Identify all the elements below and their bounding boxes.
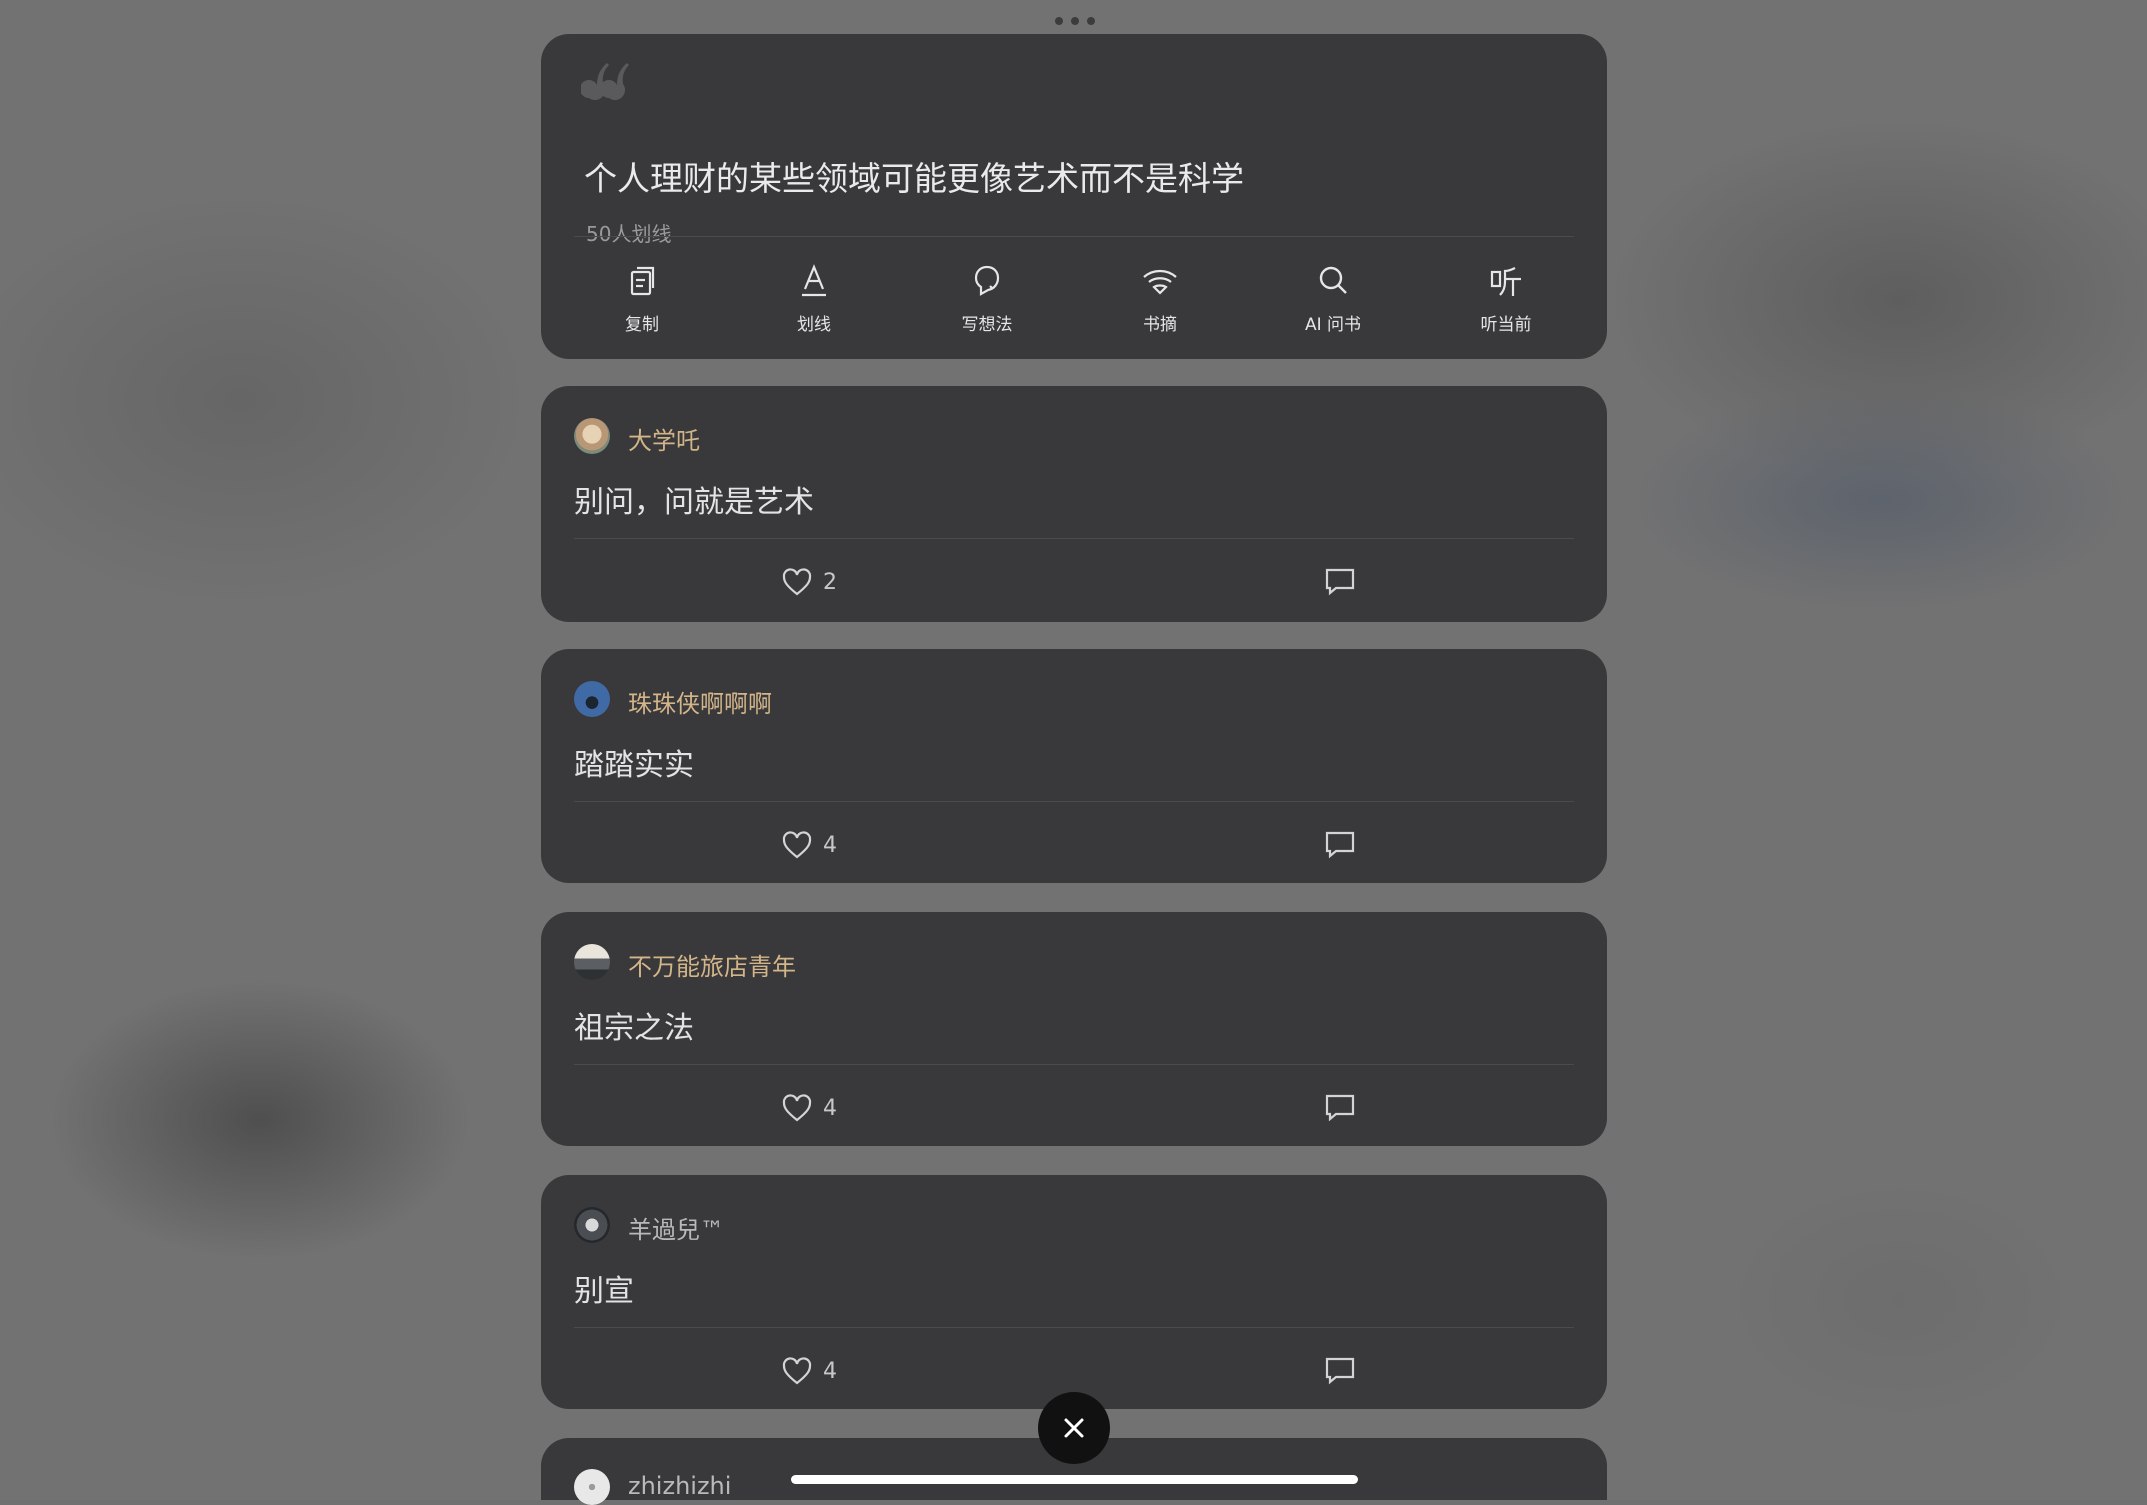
like-count: 4 <box>823 1095 837 1121</box>
heart-icon <box>782 1094 812 1122</box>
comment-card: 大学吒 别问，问就是艺术 2 <box>541 386 1607 622</box>
heart-icon <box>782 568 812 596</box>
divider <box>574 538 1574 539</box>
divider <box>574 236 1574 237</box>
quote-card: 个人理财的某些领域可能更像艺术而不是科学 50人划线 复制 划线 写想法 书摘 … <box>541 34 1607 359</box>
listen-current-label: 听当前 <box>1480 315 1532 335</box>
username[interactable]: 羊過兒™ <box>628 1210 724 1245</box>
underline-icon <box>802 264 826 297</box>
action-toolbar: 复制 划线 写想法 书摘 AI 问书 听当前 <box>541 258 1607 348</box>
like-button[interactable]: 4 <box>781 1090 837 1126</box>
excerpt-button[interactable]: 书摘 <box>1090 258 1230 338</box>
comment-text: 别宣 <box>574 1274 634 1309</box>
like-count: 4 <box>823 832 837 858</box>
thought-icon <box>974 265 1000 296</box>
highlight-count[interactable]: 50人划线 <box>586 218 671 247</box>
listen-icon <box>1490 267 1521 296</box>
quote-mark-icon <box>581 63 629 100</box>
ai-ask-book-button[interactable]: AI 问书 <box>1263 258 1403 338</box>
quote-text: 个人理财的某些领域可能更像艺术而不是科学 <box>584 159 1244 198</box>
like-count: 4 <box>823 1358 837 1384</box>
more-options-handle[interactable] <box>1055 16 1095 26</box>
like-button[interactable]: 4 <box>781 827 837 863</box>
avatar[interactable] <box>574 418 610 454</box>
comment-text: 别问，问就是艺术 <box>574 485 814 520</box>
username[interactable]: 不万能旅店青年 <box>628 947 796 982</box>
excerpt-icon <box>1143 269 1177 295</box>
copy-button[interactable]: 复制 <box>572 258 712 338</box>
like-button[interactable]: 2 <box>781 564 837 600</box>
divider <box>574 1327 1574 1328</box>
avatar[interactable] <box>574 944 610 980</box>
avatar[interactable] <box>574 681 610 717</box>
reply-comment-icon[interactable] <box>1324 1355 1356 1385</box>
username[interactable]: 大学吒 <box>628 421 700 456</box>
comment-text: 踏踏实实 <box>574 748 694 783</box>
close-button[interactable] <box>1038 1392 1110 1464</box>
write-thought-label: 写想法 <box>961 315 1013 335</box>
divider <box>574 1064 1574 1065</box>
username[interactable]: zhizhizhi <box>628 1472 731 1500</box>
avatar[interactable] <box>574 1207 610 1243</box>
ai-ask-book-label: AI 问书 <box>1304 315 1362 335</box>
divider <box>574 801 1574 802</box>
copy-icon <box>630 266 655 296</box>
close-icon <box>1064 1418 1084 1438</box>
write-thought-button[interactable]: 写想法 <box>917 258 1057 338</box>
comment-card: 珠珠侠啊啊啊 踏踏实实 4 <box>541 649 1607 883</box>
comment-card: 羊過兒™ 别宣 4 <box>541 1175 1607 1409</box>
heart-icon <box>782 1357 812 1385</box>
like-count: 2 <box>823 569 837 595</box>
underline-label: 划线 <box>797 315 831 335</box>
home-indicator[interactable] <box>791 1475 1358 1484</box>
reply-comment-icon[interactable] <box>1324 566 1356 596</box>
copy-label: 复制 <box>625 315 659 335</box>
listen-current-button[interactable]: 听当前 <box>1436 258 1576 338</box>
excerpt-label: 书摘 <box>1143 315 1177 335</box>
reply-comment-icon[interactable] <box>1324 1092 1356 1122</box>
comment-card: 不万能旅店青年 祖宗之法 4 <box>541 912 1607 1146</box>
underline-button[interactable]: 划线 <box>744 258 884 338</box>
comment-text: 祖宗之法 <box>574 1011 694 1046</box>
like-button[interactable]: 4 <box>781 1353 837 1389</box>
search-icon <box>1319 266 1347 294</box>
reply-comment-icon[interactable] <box>1324 829 1356 859</box>
username[interactable]: 珠珠侠啊啊啊 <box>628 684 772 719</box>
heart-icon <box>782 831 812 859</box>
